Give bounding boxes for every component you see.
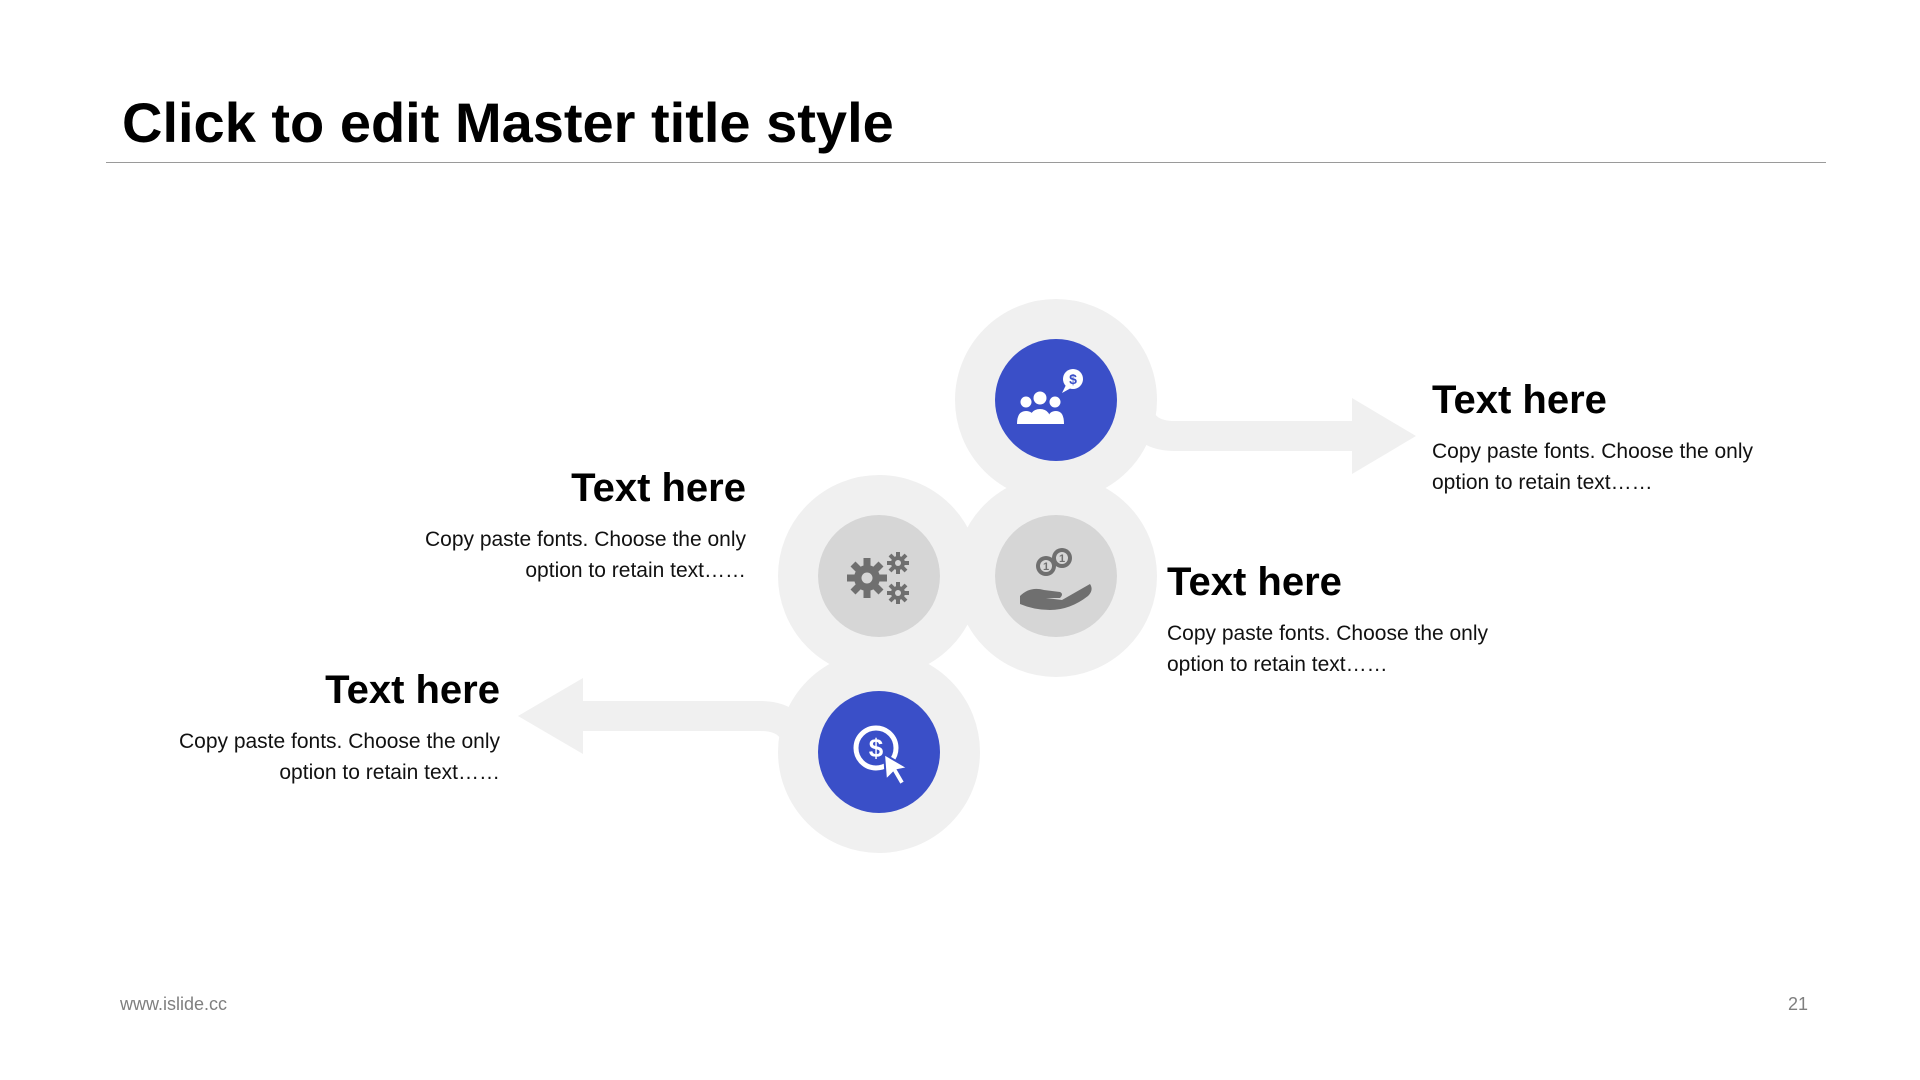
svg-text:$: $ [869, 733, 884, 763]
slide: Click to edit Master title style $ 1 1 $… [0, 0, 1920, 1080]
right-arrow-head [1352, 398, 1416, 474]
text-block-3: Text here Copy paste fonts. Choose the o… [1167, 562, 1567, 680]
heading-1[interactable]: Text here [1432, 380, 1832, 420]
left-arrow-head [518, 678, 583, 754]
text-block-4: Text here Copy paste fonts. Choose the o… [100, 670, 500, 788]
heading-2[interactable]: Text here [346, 468, 746, 508]
text-block-1: Text here Copy paste fonts. Choose the o… [1432, 380, 1832, 498]
footer-url: www.islide.cc [120, 994, 228, 1014]
step-circle-3 [995, 515, 1117, 637]
svg-text:$: $ [1069, 371, 1077, 387]
body-2[interactable]: Copy paste fonts. Choose the only option … [346, 524, 746, 586]
page-number: 21 [1787, 994, 1808, 1014]
process-diagram: $ 1 1 $ [518, 299, 1416, 853]
body-1[interactable]: Copy paste fonts. Choose the only option … [1432, 436, 1832, 498]
text-block-2: Text here Copy paste fonts. Choose the o… [346, 468, 746, 586]
body-3[interactable]: Copy paste fonts. Choose the only option … [1167, 618, 1567, 680]
body-4[interactable]: Copy paste fonts. Choose the only option … [100, 726, 500, 788]
svg-text:1: 1 [1043, 561, 1049, 573]
svg-text:1: 1 [1059, 553, 1065, 565]
heading-3[interactable]: Text here [1167, 562, 1567, 602]
heading-4[interactable]: Text here [100, 670, 500, 710]
